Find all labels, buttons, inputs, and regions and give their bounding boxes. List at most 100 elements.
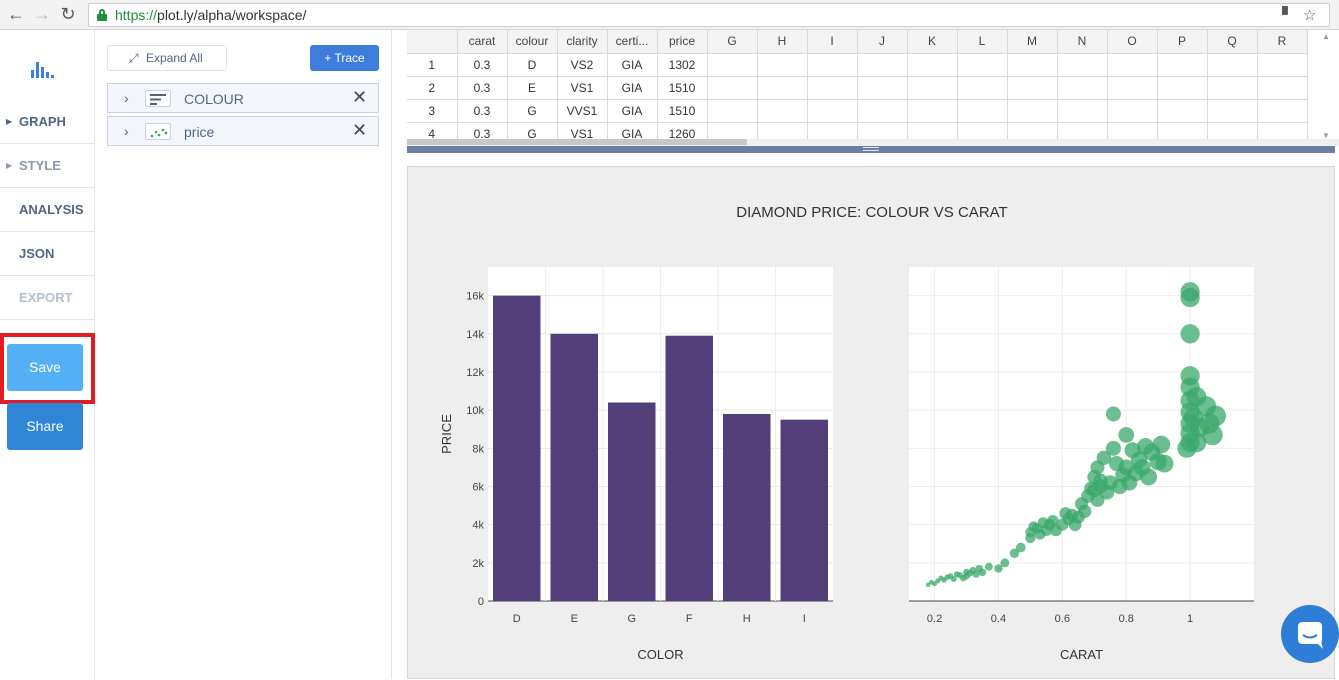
- data-grid[interactable]: carat colour clarity certi... price G H I J K L M N O…: [407, 30, 1339, 146]
- nav-item-export[interactable]: EXPORT: [0, 276, 94, 320]
- nav-item-json[interactable]: JSON: [0, 232, 94, 276]
- column-header[interactable]: price: [657, 30, 708, 54]
- table-cell[interactable]: [1057, 53, 1108, 77]
- column-header[interactable]: K: [907, 30, 958, 54]
- column-header[interactable]: carat: [457, 30, 508, 54]
- column-header[interactable]: M: [1007, 30, 1058, 54]
- scroll-up-icon[interactable]: ▲: [1322, 32, 1330, 41]
- column-header[interactable]: O: [1107, 30, 1158, 54]
- chevron-right-icon[interactable]: ›: [124, 123, 129, 139]
- table-cell[interactable]: [1207, 76, 1258, 100]
- table-cell[interactable]: 1302: [657, 53, 708, 77]
- table-cell[interactable]: [707, 99, 758, 123]
- column-header[interactable]: N: [1057, 30, 1108, 54]
- table-cell[interactable]: [1207, 53, 1258, 77]
- table-cell[interactable]: D: [507, 53, 558, 77]
- add-trace-button[interactable]: + Trace: [310, 45, 379, 71]
- table-cell[interactable]: [1057, 99, 1108, 123]
- table-cell[interactable]: [757, 76, 808, 100]
- column-header[interactable]: R: [1257, 30, 1308, 54]
- column-header[interactable]: certi...: [607, 30, 658, 54]
- column-header[interactable]: P: [1157, 30, 1208, 54]
- table-cell[interactable]: 0.3: [457, 53, 508, 77]
- table-cell[interactable]: [1157, 53, 1208, 77]
- table-cell[interactable]: 1510: [657, 76, 708, 100]
- table-cell[interactable]: [1107, 53, 1158, 77]
- close-icon[interactable]: ✕: [352, 87, 367, 108]
- column-header[interactable]: colour: [507, 30, 558, 54]
- nav-item-analysis[interactable]: ANALYSIS: [0, 188, 94, 232]
- scroll-down-icon[interactable]: ▼: [1322, 131, 1330, 140]
- table-cell[interactable]: [857, 53, 908, 77]
- column-header[interactable]: J: [857, 30, 908, 54]
- table-cell[interactable]: 0.3: [457, 76, 508, 100]
- table-cell[interactable]: E: [507, 76, 558, 100]
- table-cell[interactable]: [957, 76, 1008, 100]
- table-cell[interactable]: [1157, 76, 1208, 100]
- table-cell[interactable]: [757, 53, 808, 77]
- horizontal-scrollbar[interactable]: [407, 139, 1339, 146]
- chat-launcher-button[interactable]: [1281, 605, 1339, 663]
- table-cell[interactable]: G: [507, 99, 558, 123]
- save-button[interactable]: Save: [7, 344, 83, 391]
- column-header[interactable]: H: [757, 30, 808, 54]
- trace-item-colour[interactable]: › COLOUR ✕: [107, 83, 379, 113]
- address-bar[interactable]: https://plot.ly/alpha/workspace/ ▘ ☆: [88, 3, 1330, 27]
- table-cell[interactable]: [1207, 99, 1258, 123]
- row-number[interactable]: 3: [407, 99, 458, 123]
- table-cell[interactable]: [957, 53, 1008, 77]
- table-cell[interactable]: [907, 53, 958, 77]
- share-button[interactable]: Share: [7, 403, 83, 450]
- row-number[interactable]: 2: [407, 76, 458, 100]
- table-cell[interactable]: [1257, 53, 1308, 77]
- close-icon[interactable]: ✕: [352, 120, 367, 141]
- back-arrow-icon[interactable]: ←: [6, 4, 26, 24]
- star-icon[interactable]: ☆: [1303, 6, 1316, 24]
- url-text[interactable]: https://plot.ly/alpha/workspace/: [115, 7, 306, 23]
- table-cell[interactable]: [907, 76, 958, 100]
- table-cell[interactable]: [957, 99, 1008, 123]
- trace-item-price[interactable]: › price ✕: [107, 116, 379, 146]
- table-cell[interactable]: [807, 76, 858, 100]
- table-cell[interactable]: GIA: [607, 53, 658, 77]
- table-cell[interactable]: [857, 76, 908, 100]
- table-cell[interactable]: [1007, 76, 1058, 100]
- chevron-right-icon[interactable]: ›: [124, 90, 129, 106]
- table-cell[interactable]: 0.3: [457, 99, 508, 123]
- table-cell[interactable]: [807, 53, 858, 77]
- table-cell[interactable]: GIA: [607, 99, 658, 123]
- table-cell[interactable]: [707, 76, 758, 100]
- table-cell[interactable]: [757, 99, 808, 123]
- table-cell[interactable]: [707, 53, 758, 77]
- row-number[interactable]: 1: [407, 53, 458, 77]
- table-row[interactable]: 1 0.3 D VS2 GIA 1302: [407, 53, 1308, 77]
- table-cell[interactable]: VS1: [557, 76, 608, 100]
- table-cell[interactable]: 1510: [657, 99, 708, 123]
- reload-icon[interactable]: ↻: [58, 4, 78, 24]
- column-header[interactable]: G: [707, 30, 758, 54]
- column-header[interactable]: Q: [1207, 30, 1258, 54]
- table-cell[interactable]: [907, 99, 958, 123]
- table-cell[interactable]: GIA: [607, 76, 658, 100]
- table-cell[interactable]: [1257, 76, 1308, 100]
- table-cell[interactable]: [1107, 76, 1158, 100]
- nav-item-graph[interactable]: ▶ GRAPH: [0, 100, 94, 144]
- table-cell[interactable]: VVS1: [557, 99, 608, 123]
- column-header[interactable]: I: [807, 30, 858, 54]
- expand-all-button[interactable]: ⤢ Expand All: [107, 45, 227, 71]
- table-cell[interactable]: [1057, 76, 1108, 100]
- column-header[interactable]: L: [957, 30, 1008, 54]
- table-cell[interactable]: [1157, 99, 1208, 123]
- column-header[interactable]: [407, 30, 458, 54]
- table-cell[interactable]: [807, 99, 858, 123]
- nav-item-style[interactable]: ▶ STYLE: [0, 144, 94, 188]
- column-header[interactable]: clarity: [557, 30, 608, 54]
- table-row[interactable]: 2 0.3 E VS1 GIA 1510: [407, 76, 1308, 100]
- table-cell[interactable]: VS2: [557, 53, 608, 77]
- table-cell[interactable]: [1007, 53, 1058, 77]
- resize-handle[interactable]: [407, 146, 1335, 153]
- table-cell[interactable]: [1257, 99, 1308, 123]
- bookmark-icon[interactable]: ▘: [1282, 6, 1294, 24]
- forward-arrow-icon[interactable]: →: [32, 4, 52, 24]
- table-cell[interactable]: [1007, 99, 1058, 123]
